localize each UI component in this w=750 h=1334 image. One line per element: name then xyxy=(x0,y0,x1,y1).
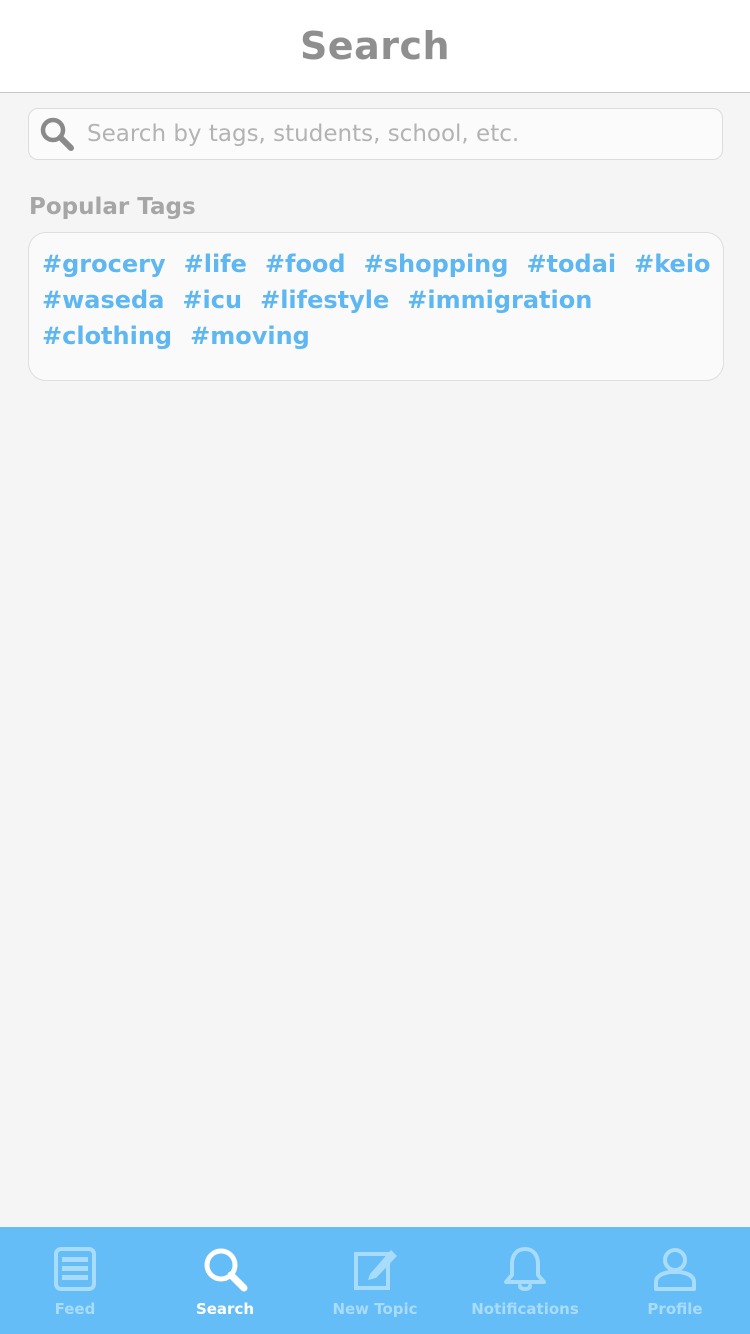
page-title: Search xyxy=(299,24,451,68)
tab-profile-label: Profile xyxy=(647,1300,703,1318)
tag-todai[interactable]: #todai xyxy=(526,248,616,280)
tab-new-topic[interactable]: New Topic xyxy=(300,1244,450,1318)
tag-moving[interactable]: #moving xyxy=(190,320,310,352)
bottom-tab-bar: Feed Search New Topic Notifications Prof… xyxy=(0,1227,750,1334)
popular-tags-card: #grocery #life #food #shopping #todai #k… xyxy=(28,232,724,381)
bell-icon xyxy=(504,1247,546,1291)
tab-notifications-label: Notifications xyxy=(471,1300,579,1318)
tag-keio[interactable]: #keio xyxy=(634,248,710,280)
popular-tags-heading: Popular Tags xyxy=(29,194,196,220)
tags-list: #grocery #life #food #shopping #todai #k… xyxy=(42,248,711,352)
tab-profile[interactable]: Profile xyxy=(600,1244,750,1318)
search-input[interactable] xyxy=(87,121,687,147)
app-screen: Search Popular Tags #grocery #life #food… xyxy=(0,0,750,1334)
tab-feed[interactable]: Feed xyxy=(0,1244,150,1318)
tag-lifestyle[interactable]: #lifestyle xyxy=(260,284,389,316)
header-bar: Search xyxy=(0,0,750,93)
tag-immigration[interactable]: #immigration xyxy=(407,284,592,316)
search-icon xyxy=(204,1248,248,1292)
search-icon xyxy=(40,117,74,151)
tag-waseda[interactable]: #waseda xyxy=(42,284,164,316)
user-icon xyxy=(654,1248,696,1291)
tag-food[interactable]: #food xyxy=(265,248,346,280)
tag-grocery[interactable]: #grocery xyxy=(42,248,166,280)
search-bar[interactable] xyxy=(28,108,723,160)
tag-shopping[interactable]: #shopping xyxy=(364,248,509,280)
tab-notifications[interactable]: Notifications xyxy=(450,1244,600,1318)
tag-life[interactable]: #life xyxy=(184,248,247,280)
tab-new-topic-label: New Topic xyxy=(332,1300,418,1318)
feed-icon xyxy=(54,1247,96,1291)
tag-icu[interactable]: #icu xyxy=(182,284,242,316)
tab-feed-label: Feed xyxy=(54,1300,96,1318)
tag-clothing[interactable]: #clothing xyxy=(42,320,172,352)
tab-search-label: Search xyxy=(195,1300,255,1318)
tab-search[interactable]: Search xyxy=(150,1244,300,1318)
compose-icon xyxy=(354,1250,397,1290)
